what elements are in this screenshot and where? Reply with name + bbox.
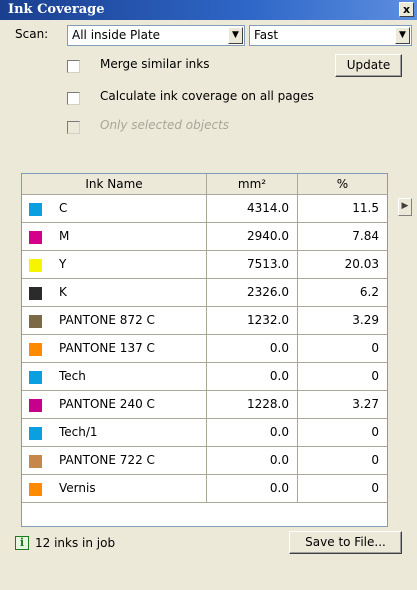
ink-percent: 20.03 — [344, 257, 379, 271]
scan-speed-select[interactable]: Fast ▼ — [249, 25, 412, 46]
ink-area: 0.0 — [207, 447, 298, 474]
ink-area: 4314.0 — [207, 195, 298, 222]
close-icon[interactable]: x — [399, 2, 414, 17]
ink-name-cell: PANTONE 722 C — [22, 447, 207, 474]
all-pages-checkbox[interactable] — [67, 92, 80, 105]
ink-name-cell: PANTONE 240 C — [22, 391, 207, 418]
table-row[interactable]: K 2326.0 6.2 — [22, 279, 387, 307]
ink-swatch — [29, 259, 42, 272]
scan-area-value: All inside Plate — [72, 28, 161, 42]
ink-percent: 3.27 — [352, 397, 379, 411]
scan-area-select[interactable]: All inside Plate ▼ — [67, 25, 245, 46]
table-row[interactable]: Y 7513.0 20.03 — [22, 251, 387, 279]
scan-speed-value: Fast — [254, 28, 279, 42]
ink-name-cell: Tech — [22, 363, 207, 390]
ink-swatch — [29, 427, 42, 440]
table-row[interactable]: M 2940.0 7.84 — [22, 223, 387, 251]
ink-name: Vernis — [59, 481, 96, 495]
ink-percent: 0 — [371, 341, 379, 355]
ink-area: 0.0 — [207, 475, 298, 502]
ink-name: PANTONE 722 C — [59, 453, 155, 467]
ink-name-cell: Vernis — [22, 475, 207, 502]
update-button[interactable]: Update — [335, 54, 402, 77]
info-icon: i — [15, 536, 29, 550]
ink-percent: 11.5 — [352, 201, 379, 215]
expand-panel-icon[interactable]: ▶ — [398, 198, 412, 216]
ink-name: Tech — [59, 369, 86, 383]
ink-area: 1232.0 — [207, 307, 298, 334]
title-bar[interactable]: Ink Coverage x — [0, 0, 417, 20]
selected-only-label: Only selected objects — [100, 118, 229, 132]
ink-percent: 7.84 — [352, 229, 379, 243]
table-row[interactable]: Tech/1 0.0 0 — [22, 419, 387, 447]
ink-area: 1228.0 — [207, 391, 298, 418]
chevron-down-icon[interactable]: ▼ — [395, 27, 410, 44]
ink-swatch — [29, 399, 42, 412]
ink-name-cell: C — [22, 195, 207, 222]
ink-area: 0.0 — [207, 363, 298, 390]
merge-similar-inks-checkbox[interactable] — [67, 60, 80, 73]
ink-percent: 0 — [371, 481, 379, 495]
column-header-ink-name[interactable]: Ink Name — [22, 174, 207, 195]
ink-name-cell: Tech/1 — [22, 419, 207, 446]
ink-swatch — [29, 371, 42, 384]
ink-name: Y — [59, 257, 67, 271]
ink-name-cell: PANTONE 137 C — [22, 335, 207, 362]
ink-swatch — [29, 455, 42, 468]
ink-name: PANTONE 240 C — [59, 397, 155, 411]
save-to-file-button[interactable]: Save to File... — [289, 531, 402, 554]
ink-swatch — [29, 343, 42, 356]
ink-area: 7513.0 — [207, 251, 298, 278]
ink-percent: 3.29 — [352, 313, 379, 327]
ink-area: 0.0 — [207, 335, 298, 362]
ink-name: K — [59, 285, 67, 299]
ink-count-status: 12 inks in job — [35, 536, 116, 550]
ink-name: PANTONE 137 C — [59, 341, 155, 355]
ink-coverage-window: Ink Coverage x Scan: All inside Plate ▼ … — [0, 0, 417, 590]
chevron-down-icon[interactable]: ▼ — [228, 27, 243, 44]
ink-name-cell: PANTONE 872 C — [22, 307, 207, 334]
window-title: Ink Coverage — [8, 2, 105, 17]
all-pages-label: Calculate ink coverage on all pages — [100, 89, 314, 103]
table-row[interactable]: PANTONE 137 C 0.0 0 — [22, 335, 387, 363]
table-row[interactable]: Tech 0.0 0 — [22, 363, 387, 391]
ink-area: 2326.0 — [207, 279, 298, 306]
ink-name-cell: K — [22, 279, 207, 306]
table-row[interactable]: Vernis 0.0 0 — [22, 475, 387, 503]
table-row[interactable]: PANTONE 722 C 0.0 0 — [22, 447, 387, 475]
ink-area: 2940.0 — [207, 223, 298, 250]
ink-name-cell: M — [22, 223, 207, 250]
ink-swatch — [29, 287, 42, 300]
selected-only-checkbox — [67, 121, 80, 134]
ink-percent: 0 — [371, 369, 379, 383]
merge-similar-inks-label: Merge similar inks — [100, 57, 210, 71]
table-row[interactable]: PANTONE 872 C 1232.0 3.29 — [22, 307, 387, 335]
table-row[interactable]: PANTONE 240 C 1228.0 3.27 — [22, 391, 387, 419]
ink-swatch — [29, 483, 42, 496]
ink-name: Tech/1 — [59, 425, 98, 439]
column-header-percent[interactable]: % — [298, 174, 387, 195]
ink-swatch — [29, 203, 42, 216]
column-header-area[interactable]: mm² — [207, 174, 298, 195]
ink-name: PANTONE 872 C — [59, 313, 155, 327]
ink-area: 0.0 — [207, 419, 298, 446]
ink-table: Ink Name mm² % C 4314.0 11.5 M 2940.0 7.… — [21, 173, 388, 527]
ink-name-cell: Y — [22, 251, 207, 278]
ink-swatch — [29, 231, 42, 244]
ink-percent: 6.2 — [359, 285, 379, 299]
ink-percent: 0 — [371, 425, 379, 439]
ink-name: M — [59, 229, 70, 243]
ink-swatch — [29, 315, 42, 328]
scan-label: Scan: — [15, 27, 49, 41]
ink-percent: 0 — [371, 453, 379, 467]
table-row[interactable]: C 4314.0 11.5 — [22, 195, 387, 223]
table-header: Ink Name mm² % — [22, 174, 387, 195]
ink-name: C — [59, 201, 68, 215]
